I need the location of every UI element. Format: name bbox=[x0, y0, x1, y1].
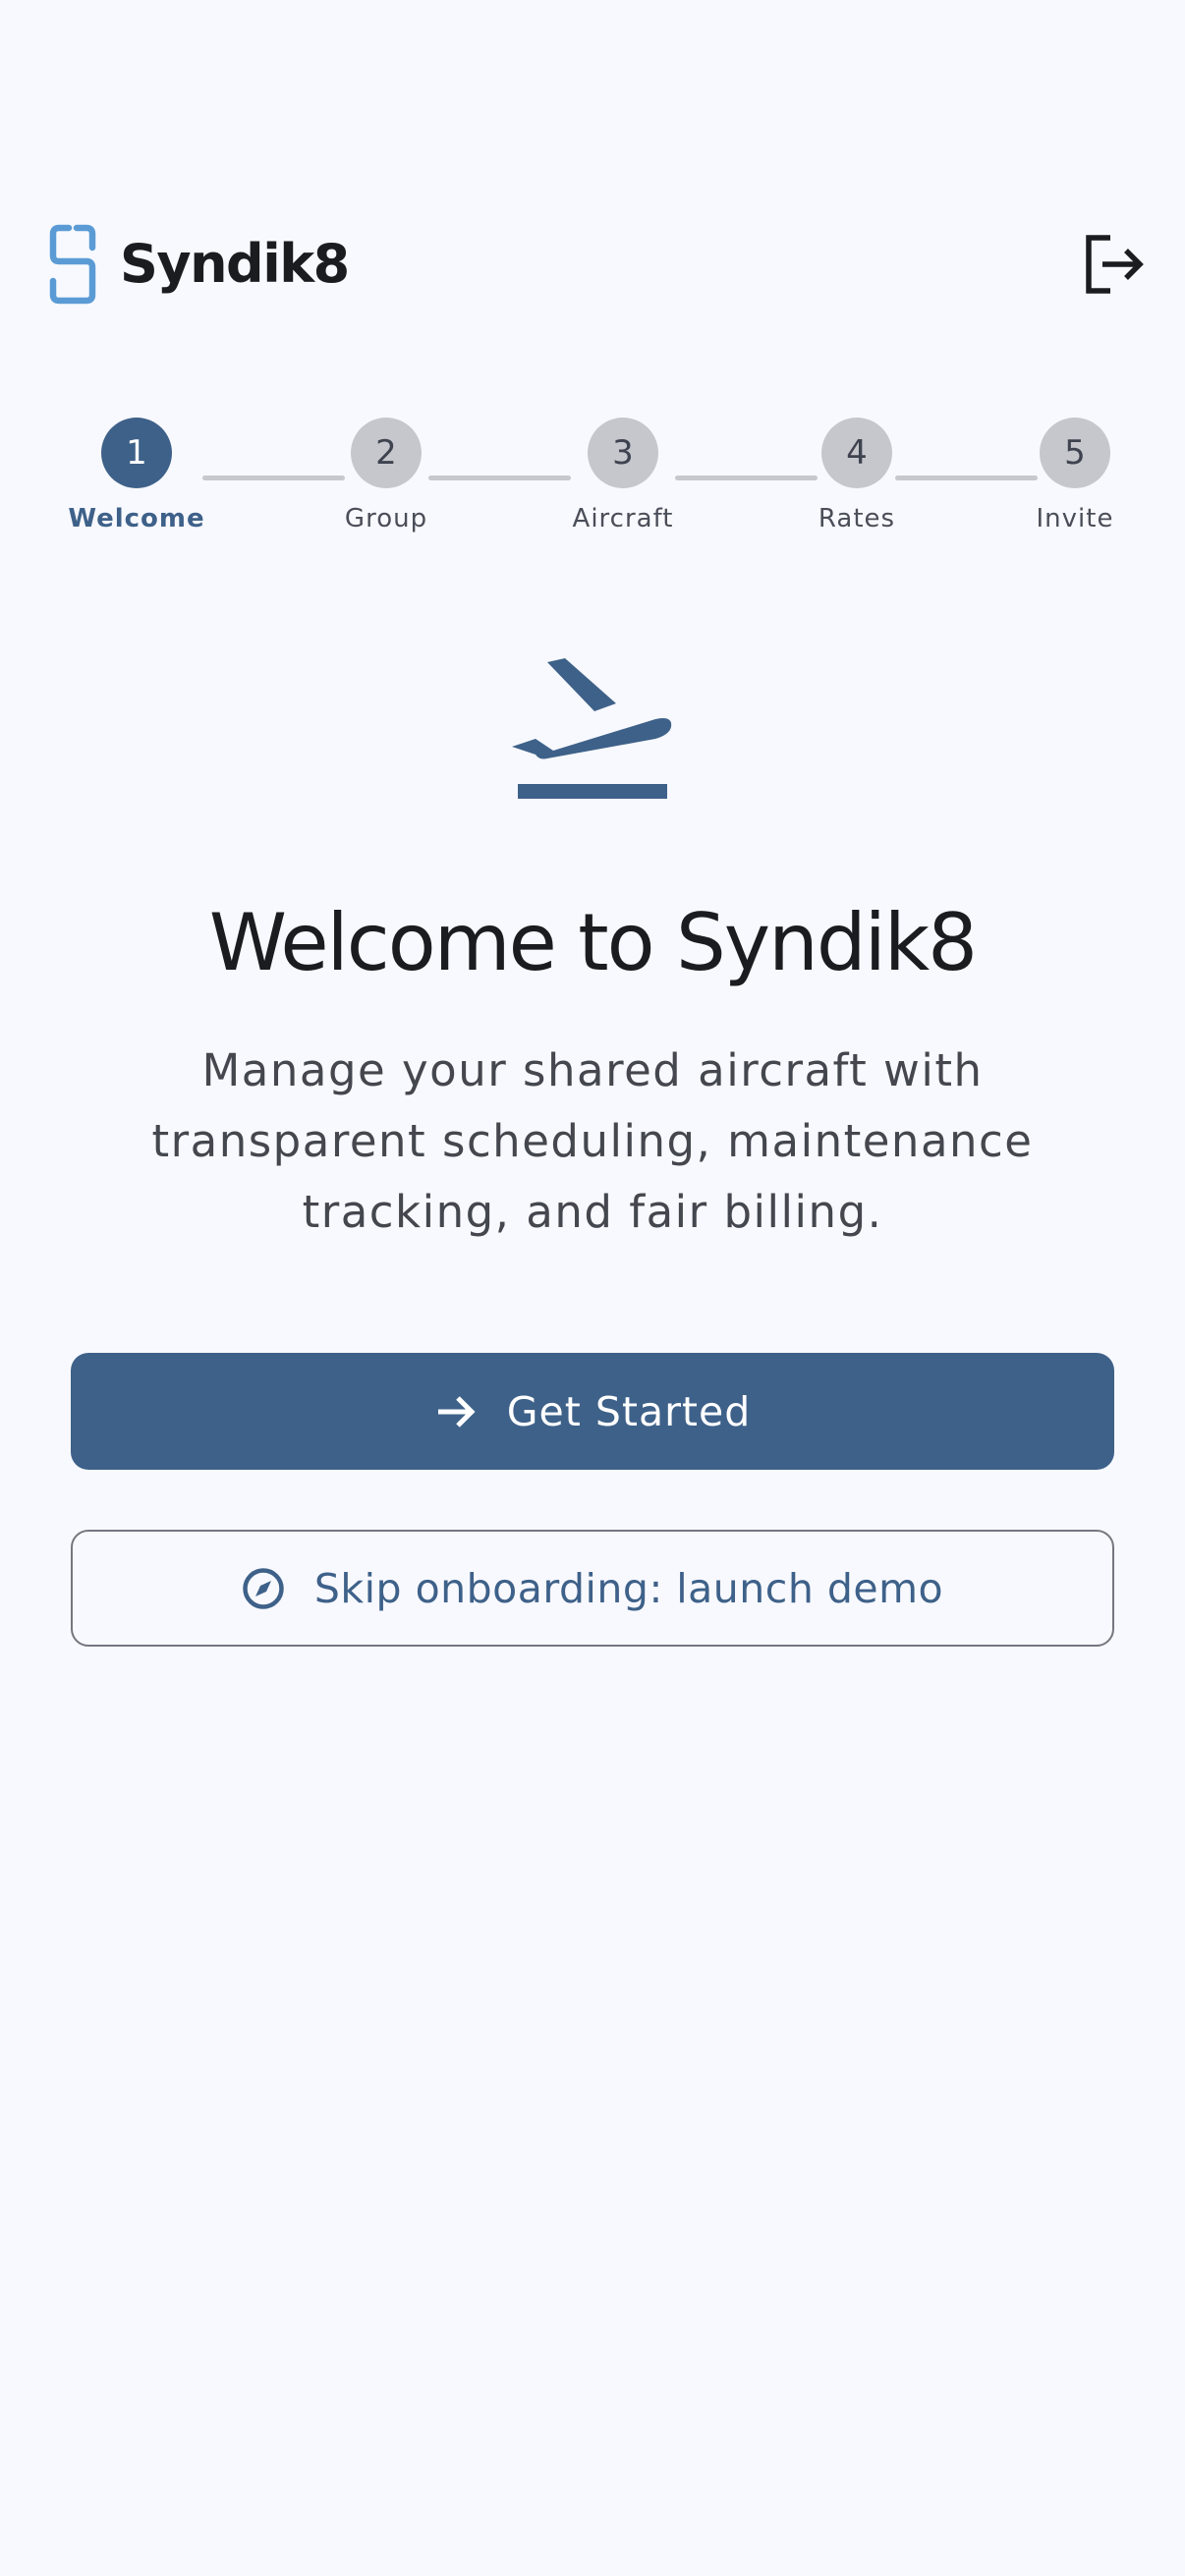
logout-icon[interactable] bbox=[1081, 232, 1146, 297]
step-connector bbox=[675, 476, 818, 480]
step-2-label: Group bbox=[344, 504, 428, 533]
step-3-circle[interactable]: 3 bbox=[588, 418, 658, 488]
step-connector bbox=[895, 476, 1038, 480]
page-title: Welcome to Syndik8 bbox=[208, 897, 978, 988]
brand-name: Syndik8 bbox=[120, 233, 350, 295]
step-2-circle[interactable]: 2 bbox=[351, 418, 422, 488]
step-1-circle[interactable]: 1 bbox=[101, 418, 172, 488]
page-subtitle: Manage your shared aircraft with transpa… bbox=[151, 1044, 1034, 1238]
step-5-label: Invite bbox=[1036, 504, 1114, 533]
step-connector bbox=[202, 476, 345, 480]
step-5-circle[interactable]: 5 bbox=[1040, 418, 1110, 488]
step-1-label: Welcome bbox=[68, 504, 205, 533]
step-4-circle[interactable]: 4 bbox=[821, 418, 892, 488]
step-4-label: Rates bbox=[818, 504, 896, 533]
skip-onboarding-label: Skip onboarding: launch demo bbox=[313, 1564, 944, 1612]
arrow-right-icon bbox=[434, 1390, 478, 1433]
syndik8-logo-icon bbox=[49, 224, 96, 305]
step-3-label: Aircraft bbox=[572, 504, 674, 533]
compass-icon bbox=[242, 1567, 285, 1610]
flight-takeoff-icon bbox=[506, 656, 683, 804]
get-started-label: Get Started bbox=[506, 1387, 752, 1435]
step-connector bbox=[428, 476, 571, 480]
skip-onboarding-button[interactable]: Skip onboarding: launch demo bbox=[71, 1530, 1114, 1647]
get-started-button[interactable]: Get Started bbox=[71, 1353, 1114, 1470]
